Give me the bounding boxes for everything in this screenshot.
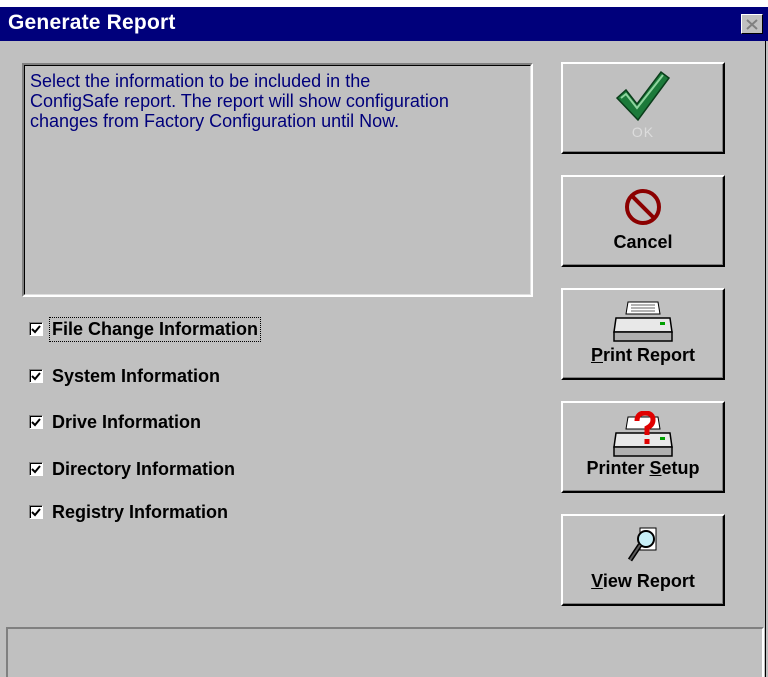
printer-setup-label: Printer Setup (586, 458, 700, 478)
close-button[interactable] (741, 14, 763, 34)
printer-setup-button[interactable]: Printer Setup (561, 401, 725, 493)
drive-label: Drive Information (52, 411, 202, 432)
system-label: System Information (52, 365, 221, 386)
close-icon (746, 18, 758, 30)
option-directory[interactable]: Directory Information (29, 457, 237, 481)
print-report-label: Print Report (590, 345, 695, 365)
cancel-button[interactable]: Cancel (561, 175, 725, 267)
file-change-checkbox[interactable] (29, 322, 43, 336)
description-panel: Select the information to be included in… (22, 63, 533, 297)
drive-checkbox[interactable] (29, 415, 43, 429)
printer-icon (613, 301, 673, 342)
cancel-label: Cancel (613, 232, 673, 252)
directory-checkbox[interactable] (29, 462, 43, 476)
generate-report-dialog: Generate Report Select the information t… (0, 7, 768, 677)
checkmark-glyph-icon (31, 371, 41, 380)
checkmark-glyph-icon (31, 507, 41, 516)
view-report-label: View Report (591, 571, 695, 591)
status-bar (6, 627, 764, 677)
title-bar[interactable]: Generate Report (0, 7, 768, 41)
option-system[interactable]: System Information (29, 364, 222, 388)
directory-label: Directory Information (52, 458, 236, 479)
view-report-button[interactable]: View Report (561, 514, 725, 606)
ok-label: OK (631, 124, 655, 140)
no-symbol-icon (625, 189, 661, 225)
file-change-label: File Change Information (48, 316, 262, 342)
window-title: Generate Report (8, 11, 176, 34)
option-registry[interactable]: Registry Information (29, 500, 230, 524)
option-drive[interactable]: Drive Information (29, 410, 203, 434)
checkmark-icon (615, 70, 671, 122)
background-window-strip (0, 0, 768, 7)
description-text: Select the information to be included in… (30, 71, 449, 131)
checkmark-glyph-icon (31, 464, 41, 473)
magnifier-icon (627, 527, 657, 562)
ok-button[interactable]: OK (561, 62, 725, 154)
print-report-button[interactable]: Print Report (561, 288, 725, 380)
system-checkbox[interactable] (29, 369, 43, 383)
registry-checkbox[interactable] (29, 505, 43, 519)
printer-question-icon (613, 411, 673, 457)
registry-label: Registry Information (52, 501, 229, 522)
option-file-change[interactable]: File Change Information (29, 316, 262, 342)
checkmark-glyph-icon (31, 324, 41, 333)
checkmark-glyph-icon (31, 417, 41, 426)
